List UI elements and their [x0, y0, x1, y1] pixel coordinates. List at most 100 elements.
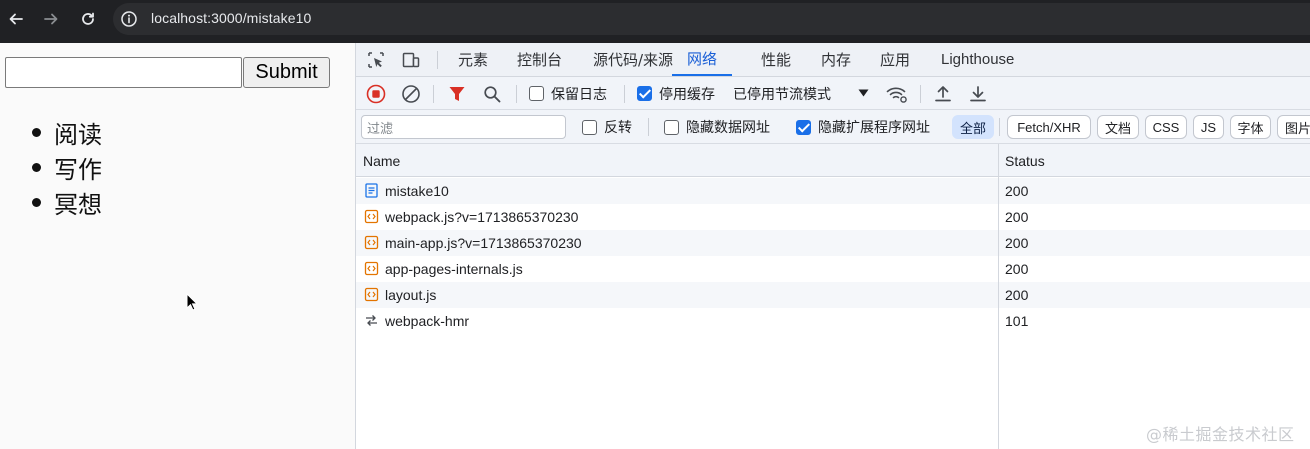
- script-icon: [364, 261, 379, 276]
- forward-button[interactable]: [40, 8, 62, 30]
- browser-toolbar: localhost:3000/mistake10: [0, 0, 1310, 43]
- request-name: app-pages-internals.js: [385, 261, 523, 277]
- download-icon: [970, 86, 986, 102]
- search-icon: [484, 86, 501, 103]
- request-name: main-app.js?v=1713865370230: [385, 235, 582, 251]
- hide-extension-urls-checkbox[interactable]: [796, 120, 811, 135]
- type-filter-img[interactable]: 图片: [1277, 115, 1310, 139]
- search-button[interactable]: [481, 83, 503, 105]
- divider: [516, 85, 517, 103]
- disable-cache-checkbox[interactable]: [637, 86, 652, 101]
- table-row[interactable]: mistake10 200: [356, 178, 1310, 204]
- table-header: Name Status: [356, 144, 1310, 177]
- export-har-button[interactable]: [967, 83, 989, 105]
- request-status: 200: [1005, 235, 1029, 251]
- tab-memory[interactable]: 内存: [821, 43, 851, 76]
- list-item: 冥想: [32, 185, 102, 220]
- type-filter-doc[interactable]: 文档: [1097, 115, 1139, 139]
- tab-lighthouse[interactable]: Lighthouse: [941, 43, 1014, 76]
- network-conditions-button[interactable]: [886, 83, 908, 105]
- type-filter-all[interactable]: 全部: [952, 115, 994, 139]
- request-name: webpack-hmr: [385, 313, 470, 329]
- request-name: webpack.js?v=1713865370230: [385, 209, 579, 225]
- clear-button[interactable]: [400, 83, 422, 105]
- inspect-element-icon[interactable]: [366, 50, 386, 70]
- device-toolbar-icon[interactable]: [401, 50, 421, 70]
- divider: [433, 85, 434, 103]
- table-row[interactable]: main-app.js?v=1713865370230 200: [356, 230, 1310, 256]
- table-row[interactable]: webpack-hmr 101: [356, 308, 1310, 334]
- reload-icon: [82, 12, 94, 25]
- list-item: 阅读: [32, 115, 102, 150]
- submit-button[interactable]: Submit: [243, 57, 330, 88]
- bullet: [32, 163, 41, 172]
- page-viewport: Submit 阅读 写作 冥想: [0, 43, 355, 449]
- stop-recording-icon: [366, 84, 386, 104]
- import-har-button[interactable]: [932, 83, 954, 105]
- document-icon: [365, 183, 378, 198]
- network-toolbar: 保留日志 停用缓存 已停用节流模式: [356, 77, 1310, 110]
- websocket-icon: [366, 315, 377, 326]
- request-status: 200: [1005, 209, 1029, 225]
- hide-data-urls-label: 隐藏数据网址: [686, 120, 770, 136]
- table-row[interactable]: webpack.js?v=1713865370230 200: [356, 204, 1310, 230]
- preserve-log-checkbox[interactable]: [529, 86, 544, 101]
- type-filter-js[interactable]: JS: [1193, 115, 1224, 139]
- table-row[interactable]: app-pages-internals.js 200: [356, 256, 1310, 282]
- type-filter-css[interactable]: CSS: [1145, 115, 1187, 139]
- record-button[interactable]: [365, 83, 387, 105]
- todo-input[interactable]: [5, 57, 242, 88]
- clear-icon: [402, 85, 420, 103]
- filter-input[interactable]: 过滤: [361, 115, 566, 139]
- reload-button[interactable]: [77, 8, 99, 30]
- devtools-panel: 元素 控制台 源代码/来源 网络 性能 内存 应用 Lighthouse 保留日…: [355, 43, 1310, 449]
- tab-network[interactable]: 网络: [672, 43, 733, 76]
- disable-cache-label: 停用缓存: [659, 86, 715, 103]
- hide-data-urls-checkbox[interactable]: [664, 120, 679, 135]
- type-filter-fetch-xhr[interactable]: Fetch/XHR: [1007, 115, 1091, 139]
- column-divider[interactable]: [998, 144, 999, 449]
- table-row[interactable]: layout.js 200: [356, 282, 1310, 308]
- bullet: [32, 128, 41, 137]
- todo-text: 阅读: [54, 121, 102, 149]
- todo-text: 写作: [54, 156, 102, 184]
- request-status: 200: [1005, 287, 1029, 303]
- tab-console[interactable]: 控制台: [517, 43, 562, 76]
- dropdown-arrow-icon[interactable]: [858, 89, 869, 97]
- divider: [437, 51, 438, 69]
- back-button[interactable]: [5, 8, 27, 30]
- divider: [920, 85, 921, 103]
- hide-extension-urls-label: 隐藏扩展程序网址: [818, 120, 930, 136]
- filter-toggle[interactable]: [446, 83, 468, 105]
- column-header-name[interactable]: Name: [363, 144, 400, 177]
- invert-checkbox[interactable]: [582, 120, 597, 135]
- invert-label: 反转: [604, 120, 632, 136]
- preserve-log-label: 保留日志: [551, 86, 607, 103]
- upload-icon: [935, 86, 951, 102]
- filter-bar: 过滤 反转 隐藏数据网址 隐藏扩展程序网址 全部 Fetch/XHR 文档 CS…: [356, 110, 1310, 144]
- devtools-tab-bar: 元素 控制台 源代码/来源 网络 性能 内存 应用 Lighthouse: [356, 43, 1310, 77]
- site-info-icon[interactable]: [120, 10, 138, 28]
- tab-application[interactable]: 应用: [880, 43, 910, 76]
- divider: [648, 118, 649, 136]
- arrow-right-icon: [44, 13, 58, 25]
- request-status: 101: [1005, 313, 1029, 329]
- divider: [624, 85, 625, 103]
- address-bar[interactable]: localhost:3000/mistake10: [113, 3, 1310, 35]
- divider: [999, 118, 1000, 136]
- arrow-left-icon: [9, 13, 23, 25]
- request-name: layout.js: [385, 287, 437, 303]
- watermark: @稀土掘金技术社区: [1146, 425, 1295, 444]
- url-text: localhost:3000/mistake10: [151, 10, 312, 26]
- type-filter-font[interactable]: 字体: [1230, 115, 1271, 139]
- tab-elements[interactable]: 元素: [458, 43, 488, 76]
- filter-icon: [449, 87, 465, 101]
- script-icon: [364, 287, 379, 302]
- tab-sources[interactable]: 源代码/来源: [593, 43, 673, 76]
- throttling-select[interactable]: 已停用节流模式: [733, 77, 831, 110]
- todo-list: 阅读 写作 冥想: [32, 115, 102, 220]
- column-header-status[interactable]: Status: [1005, 144, 1045, 177]
- script-icon: [364, 209, 379, 224]
- bullet: [32, 198, 41, 207]
- tab-performance[interactable]: 性能: [761, 43, 791, 76]
